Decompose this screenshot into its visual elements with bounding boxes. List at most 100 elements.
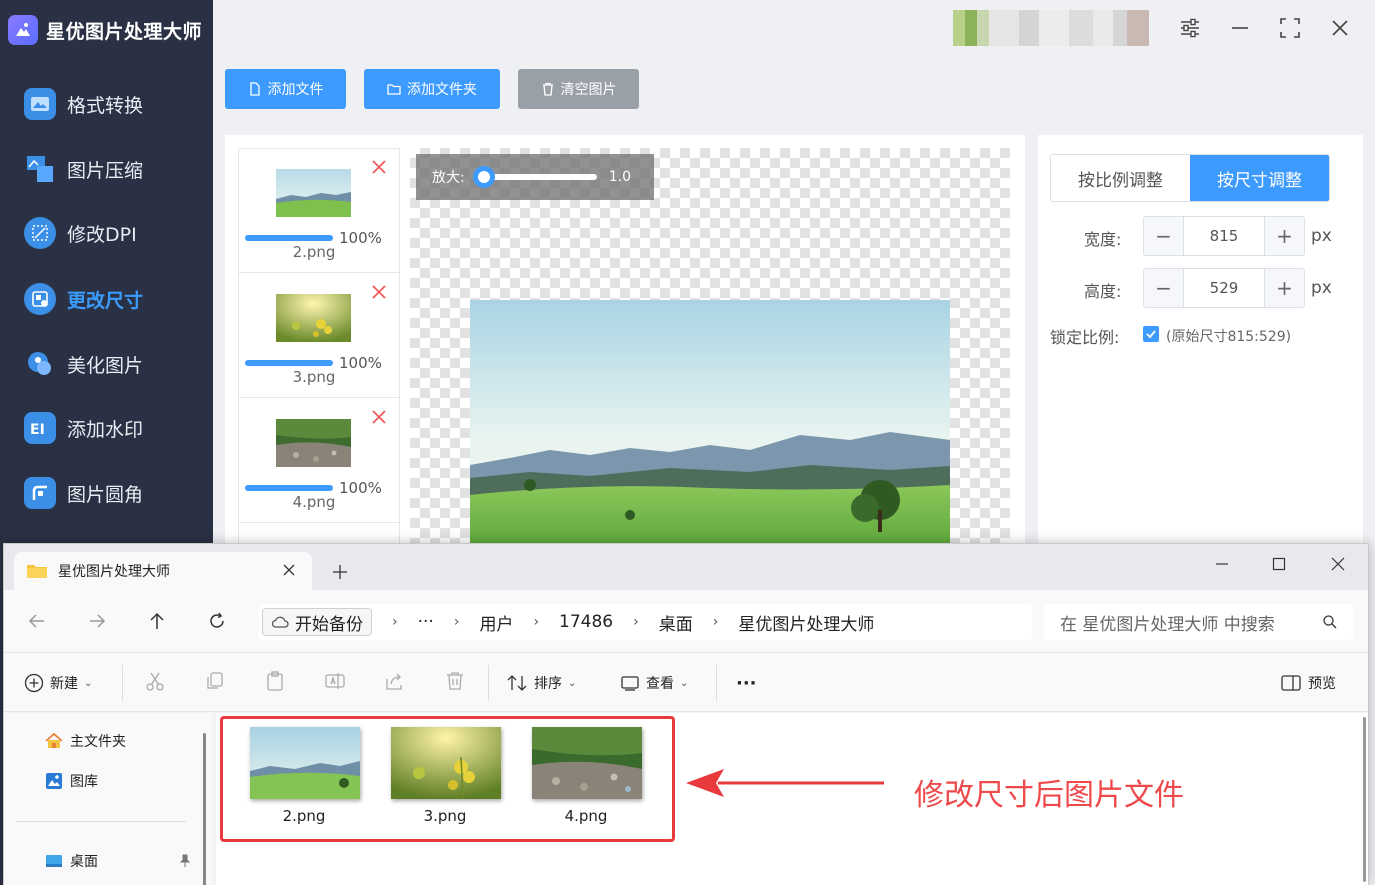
copy-icon[interactable] xyxy=(204,670,228,694)
toolbar-divider xyxy=(488,665,489,701)
zoom-value: 1.0 xyxy=(608,169,631,185)
breadcrumb[interactable]: 开始备份 › ··· › 用户 › 17486 › 桌面 › 星优图片处理大师 xyxy=(258,604,1032,640)
more-options-button[interactable]: ··· xyxy=(736,671,757,695)
view-button[interactable]: 查看 ⌄ xyxy=(620,671,688,695)
nav-item-image-compress[interactable]: 图片压缩 xyxy=(24,149,143,189)
nav-gallery-label: 图库 xyxy=(70,774,98,790)
width-decrement-button[interactable]: − xyxy=(1144,217,1184,255)
search-icon xyxy=(1323,615,1337,629)
tab-resize-by-size[interactable]: 按尺寸调整 xyxy=(1190,155,1329,201)
nav-item-beautify[interactable]: 美化图片 xyxy=(24,344,143,384)
breadcrumb-backup-chip[interactable]: 开始备份 xyxy=(262,608,372,636)
new-tab-icon[interactable] xyxy=(332,564,350,582)
navigation-pane: 主文件夹 图库 桌面 xyxy=(4,713,212,885)
back-arrow-icon[interactable] xyxy=(26,610,48,632)
height-input[interactable]: 529 xyxy=(1184,269,1264,307)
sort-icon xyxy=(507,675,527,691)
explorer-minimize-icon[interactable] xyxy=(1212,554,1232,574)
cut-icon[interactable] xyxy=(144,670,168,694)
file-card[interactable]: 100% 4.png xyxy=(239,399,399,523)
tab-close-icon[interactable] xyxy=(282,562,298,578)
file-list[interactable]: 100% 2.png 100% 3.png 100% 4.png xyxy=(238,148,400,548)
explorer-tab-title: 星优图片处理大师 xyxy=(58,564,170,580)
file-card[interactable]: 100% 2.png xyxy=(239,149,399,273)
nav-item-resize[interactable]: 更改尺寸 xyxy=(24,279,143,319)
explorer-close-icon[interactable] xyxy=(1328,554,1348,574)
nav-item-watermark[interactable]: EI 添加水印 xyxy=(24,408,143,448)
add-folder-button[interactable]: 添加文件夹 xyxy=(364,69,500,109)
toolbar-divider xyxy=(122,665,123,701)
image-preview xyxy=(470,300,950,550)
delete-icon[interactable] xyxy=(444,670,468,694)
remove-file-icon[interactable] xyxy=(371,284,389,302)
height-increment-button[interactable]: + xyxy=(1264,269,1304,307)
explorer-maximize-icon[interactable] xyxy=(1269,554,1289,574)
forward-arrow-icon[interactable] xyxy=(86,610,108,632)
breadcrumb-item[interactable]: 17486 xyxy=(559,612,613,632)
search-input[interactable]: 在 星优图片处理大师 中搜索 xyxy=(1044,604,1354,640)
nav-item-format-convert[interactable]: 格式转换 xyxy=(24,84,143,124)
nav-label: 美化图片 xyxy=(67,354,144,377)
width-label: 宽度: xyxy=(1084,230,1122,249)
add-file-label: 添加文件 xyxy=(267,82,324,98)
nav-desktop[interactable]: 桌面 xyxy=(44,849,98,873)
clear-images-button[interactable]: 清空图片 xyxy=(518,69,639,109)
add-file-button[interactable]: 添加文件 xyxy=(225,69,346,109)
content-scrollbar[interactable] xyxy=(1363,717,1366,882)
nav-pane-scrollbar[interactable] xyxy=(203,733,206,885)
nav-label: 修改DPI xyxy=(67,223,137,246)
pin-icon[interactable] xyxy=(178,853,194,869)
nav-home-folder[interactable]: 主文件夹 xyxy=(44,729,126,753)
round-corner-icon xyxy=(24,477,56,509)
remove-file-icon[interactable] xyxy=(371,409,389,427)
nav-gallery[interactable]: 图库 xyxy=(44,769,98,793)
nav-item-dpi[interactable]: 修改DPI xyxy=(24,213,137,253)
trash-icon xyxy=(542,82,553,96)
tab-resize-by-ratio[interactable]: 按比例调整 xyxy=(1051,155,1190,201)
breadcrumb-more[interactable]: ··· xyxy=(418,612,434,632)
resize-mode-tabs: 按比例调整 按尺寸调整 xyxy=(1050,154,1330,202)
toolbar-divider xyxy=(716,665,717,701)
nav-item-round-corner[interactable]: 图片圆角 xyxy=(24,473,143,513)
zoom-slider-thumb[interactable] xyxy=(472,166,495,188)
breadcrumb-item[interactable]: 星优图片处理大师 xyxy=(738,610,874,635)
add-folder-label: 添加文件夹 xyxy=(407,82,477,98)
view-icon xyxy=(621,676,639,691)
nav-desktop-label: 桌面 xyxy=(70,854,98,870)
minimize-icon[interactable] xyxy=(1226,14,1254,42)
up-arrow-icon[interactable] xyxy=(146,610,168,632)
width-input[interactable]: 815 xyxy=(1184,217,1264,255)
breadcrumb-item[interactable]: 桌面 xyxy=(659,610,693,635)
share-icon[interactable] xyxy=(384,670,408,694)
remove-file-icon[interactable] xyxy=(371,159,389,177)
width-increment-button[interactable]: + xyxy=(1264,217,1304,255)
sort-button[interactable]: 排序 ⌄ xyxy=(506,671,576,695)
refresh-icon[interactable] xyxy=(206,610,228,632)
chevron-right-icon: › xyxy=(633,614,639,630)
lock-ratio-checkbox[interactable] xyxy=(1143,326,1159,342)
cloud-icon xyxy=(271,616,289,628)
zoom-control: 放大: 1.0 xyxy=(416,154,654,200)
chevron-right-icon: › xyxy=(712,614,719,630)
nav-label: 格式转换 xyxy=(67,94,144,117)
chevron-down-icon: ⌄ xyxy=(568,677,577,689)
explorer-tab[interactable]: 星优图片处理大师 xyxy=(14,552,312,590)
beautify-icon xyxy=(24,348,56,380)
height-decrement-button[interactable]: − xyxy=(1144,269,1184,307)
close-icon[interactable] xyxy=(1326,14,1354,42)
image-compress-icon xyxy=(24,153,56,185)
paste-icon[interactable] xyxy=(264,670,288,694)
preview-pane-button[interactable]: 预览 xyxy=(1280,671,1336,695)
width-stepper: − 815 + xyxy=(1143,216,1305,256)
settings-sliders-icon[interactable] xyxy=(1176,14,1204,42)
file-icon xyxy=(249,82,260,96)
file-card[interactable]: 100% 3.png xyxy=(239,274,399,398)
width-unit: px xyxy=(1311,226,1332,246)
new-button[interactable]: 新建 ⌄ xyxy=(24,671,92,695)
desktop-icon xyxy=(46,855,62,867)
maximize-icon[interactable] xyxy=(1276,14,1304,42)
breadcrumb-item[interactable]: 用户 xyxy=(479,610,513,635)
zoom-slider[interactable] xyxy=(472,166,597,188)
folder-icon xyxy=(27,565,47,578)
rename-icon[interactable] xyxy=(324,670,348,694)
